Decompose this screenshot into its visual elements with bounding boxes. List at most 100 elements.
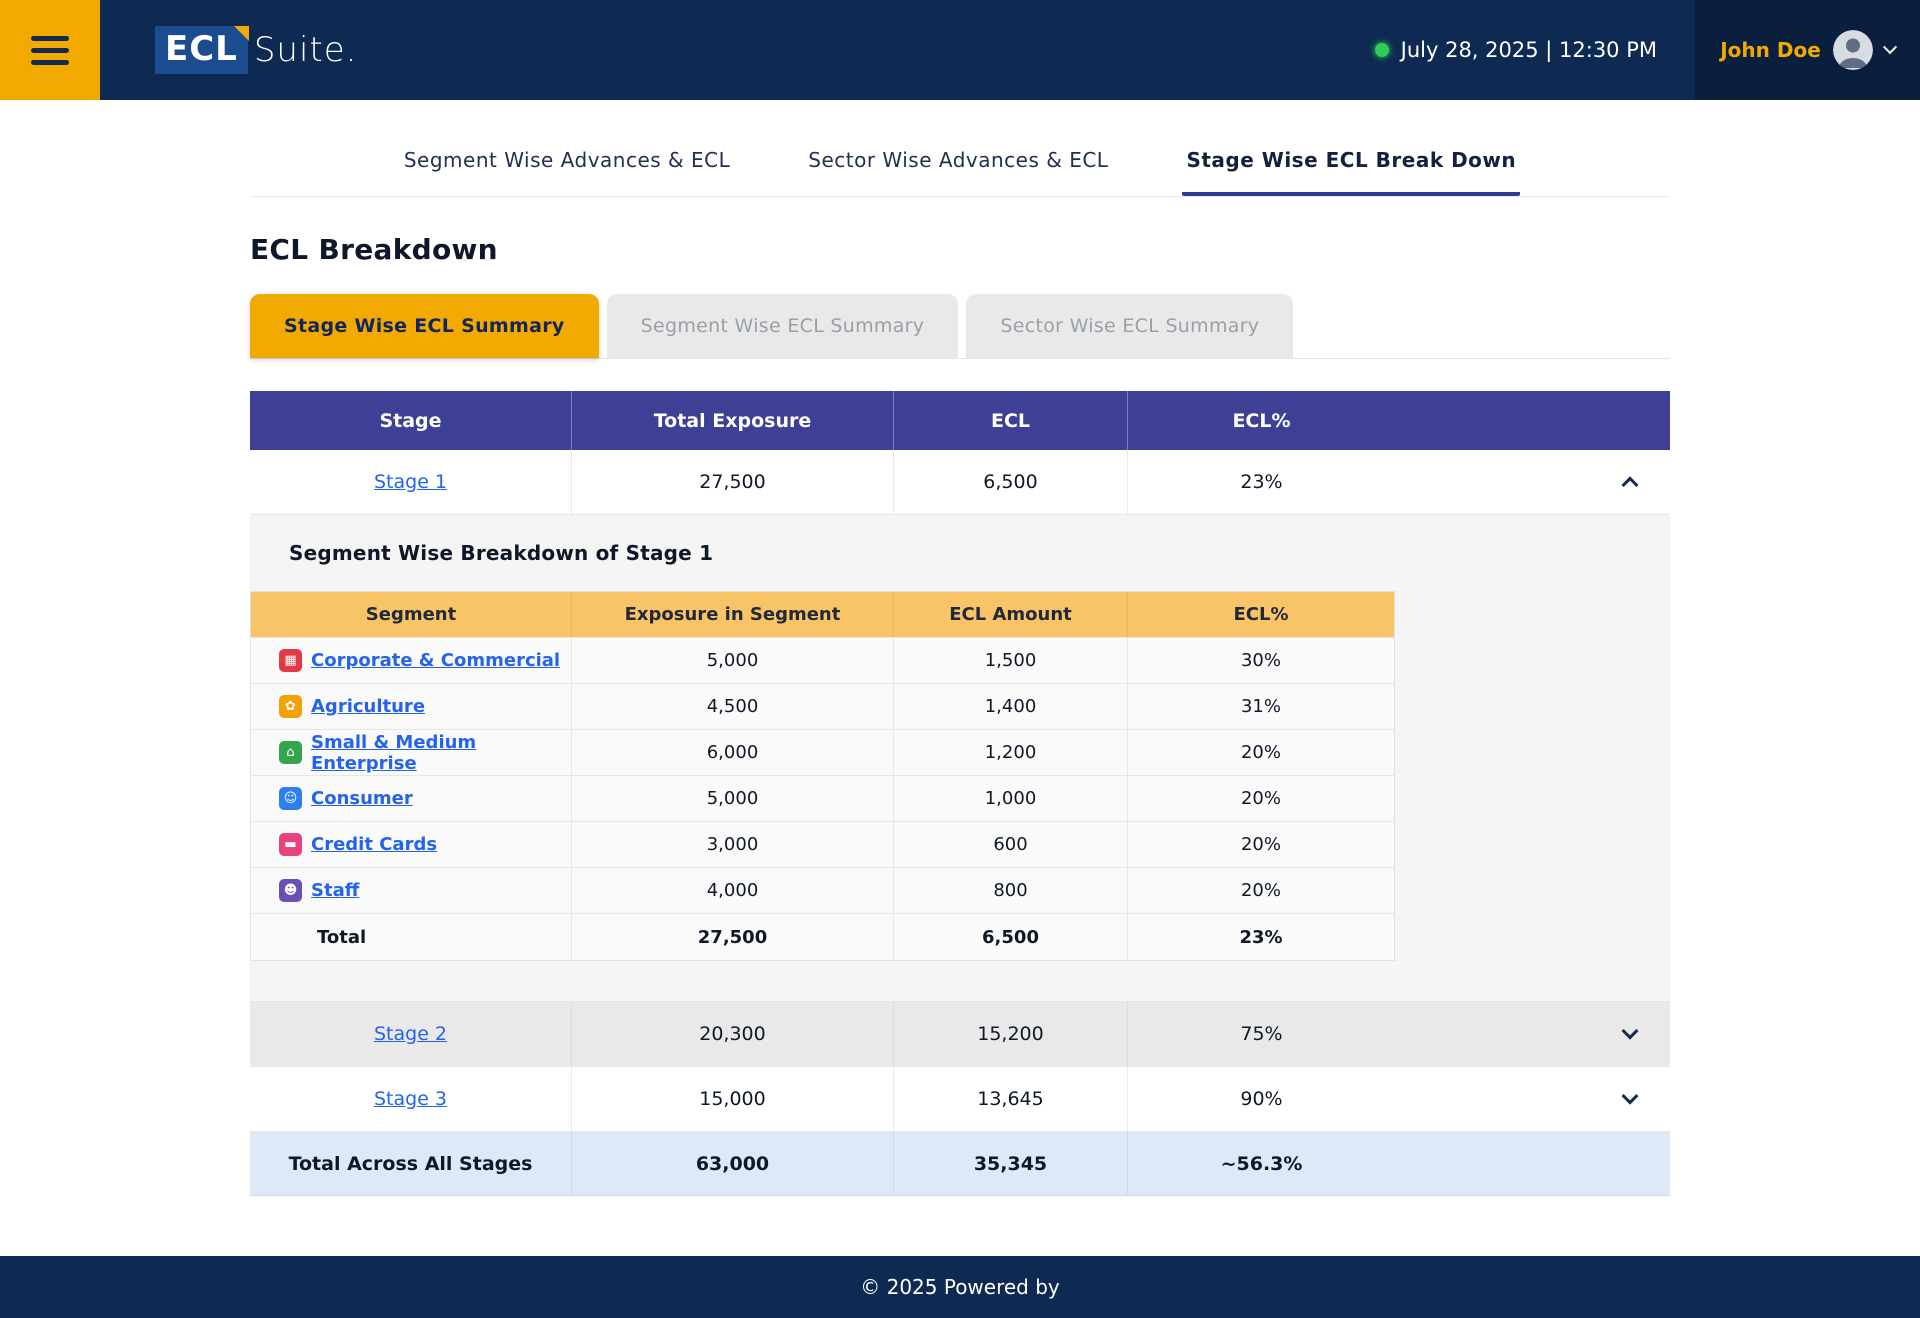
main-tab-bar: Segment Wise Advances & ECL Sector Wise … [250, 100, 1670, 197]
segment-exposure: 3,000 [572, 822, 894, 867]
segment-ecl-pct: 20% [1128, 776, 1394, 821]
tab-segment-wise-advances[interactable]: Segment Wise Advances & ECL [400, 148, 734, 196]
col-header-exposure-in-segment: Exposure in Segment [572, 592, 894, 637]
stage-2-ecl-pct: 75% [1128, 1002, 1395, 1066]
grand-total-ecl-pct: ~56.3% [1128, 1132, 1395, 1195]
segment-total-exposure: 27,500 [572, 914, 894, 960]
segment-ecl-pct: 20% [1128, 730, 1394, 775]
stage-1-exposure: 27,500 [572, 450, 894, 514]
segment-ecl: 800 [894, 868, 1128, 913]
segment-ecl-pct: 20% [1128, 822, 1394, 867]
col-header-stage: Stage [250, 391, 572, 450]
app-logo: ECL Suite. [155, 0, 357, 100]
segment-ecl: 1,500 [894, 638, 1128, 683]
stage-2-expand-chevron-down-icon[interactable] [1622, 1023, 1639, 1040]
header-spacer [357, 0, 1374, 100]
app-root: ECL Suite. July 28, 2025 | 12:30 PM John… [0, 0, 1920, 1315]
tab-stage-wise-ecl-breakdown[interactable]: Stage Wise ECL Break Down [1182, 148, 1520, 196]
segment-row-consumer: ☺ Consumer 5,000 1,000 20% [251, 775, 1394, 821]
stage-2-exposure: 20,300 [572, 1002, 894, 1066]
col-header-expand [1395, 391, 1670, 450]
plant-icon: ✿ [279, 695, 302, 718]
segment-link-corporate-commercial[interactable]: Corporate & Commercial [311, 650, 560, 671]
segment-total-label: Total [251, 914, 572, 960]
col-header-total-exposure: Total Exposure [572, 391, 894, 450]
segment-row-staff: ☻ Staff 4,000 800 20% [251, 867, 1394, 913]
datetime-display: July 28, 2025 | 12:30 PM [1375, 0, 1657, 100]
stage-3-expand-chevron-down-icon[interactable] [1622, 1088, 1639, 1105]
col-header-ecl-amount: ECL Amount [894, 592, 1128, 637]
segment-row-sme: ⌂ Small & Medium Enterprise 6,000 1,200 … [251, 729, 1394, 775]
logo-ecl-badge: ECL [155, 26, 248, 74]
stage-1-collapse-chevron-up-icon[interactable] [1622, 476, 1639, 493]
col-header-segment-ecl-pct: ECL% [1128, 592, 1394, 637]
tab-sector-wise-advances[interactable]: Sector Wise Advances & ECL [804, 148, 1112, 196]
segment-ecl: 1,000 [894, 776, 1128, 821]
segment-link-sme[interactable]: Small & Medium Enterprise [311, 732, 571, 774]
segment-link-consumer[interactable]: Consumer [311, 788, 413, 809]
segment-total-ecl: 6,500 [894, 914, 1128, 960]
stage-3-exposure: 15,000 [572, 1067, 894, 1131]
staff-icon: ☻ [279, 879, 302, 902]
segment-row-credit-cards: ▬ Credit Cards 3,000 600 20% [251, 821, 1394, 867]
logo-suite-text: Suite. [254, 30, 358, 70]
stage-3-ecl: 13,645 [894, 1067, 1128, 1131]
sub-tab-bar: Stage Wise ECL Summary Segment Wise ECL … [250, 294, 1670, 359]
segment-exposure: 6,000 [572, 730, 894, 775]
segment-exposure: 5,000 [572, 638, 894, 683]
footer-text: © 2025 Powered by [860, 1275, 1060, 1299]
grand-total-exposure: 63,000 [572, 1132, 894, 1195]
credit-card-icon: ▬ [279, 833, 302, 856]
subtab-sector-wise-summary[interactable]: Sector Wise ECL Summary [966, 294, 1293, 358]
avatar [1833, 30, 1873, 70]
breakdown-title: Segment Wise Breakdown of Stage 1 [250, 541, 1670, 565]
segment-exposure: 4,000 [572, 868, 894, 913]
subtab-segment-wise-summary[interactable]: Segment Wise ECL Summary [607, 294, 959, 358]
stage-2-link[interactable]: Stage 2 [374, 1023, 447, 1045]
table-row-stage-1: Stage 1 27,500 6,500 23% [250, 450, 1670, 515]
hamburger-menu-button[interactable] [0, 0, 100, 100]
stage-1-ecl: 6,500 [894, 450, 1128, 514]
stage-1-breakdown-panel: Segment Wise Breakdown of Stage 1 Segmen… [250, 515, 1670, 1002]
segment-total-row: Total 27,500 6,500 23% [251, 913, 1394, 960]
segment-exposure: 4,500 [572, 684, 894, 729]
grand-total-label: Total Across All Stages [250, 1132, 572, 1195]
segment-row-corporate-commercial: ▦ Corporate & Commercial 5,000 1,500 30% [251, 637, 1394, 683]
stage-1-link[interactable]: Stage 1 [374, 471, 447, 493]
stage-3-ecl-pct: 90% [1128, 1067, 1395, 1131]
consumer-icon: ☺ [279, 787, 302, 810]
col-header-segment: Segment [251, 592, 572, 637]
stage-ecl-table: Stage Total Exposure ECL ECL% Stage 1 27… [250, 391, 1670, 1196]
segment-link-staff[interactable]: Staff [311, 880, 359, 901]
building-icon: ▦ [279, 649, 302, 672]
grand-total-ecl: 35,345 [894, 1132, 1128, 1195]
segment-exposure: 5,000 [572, 776, 894, 821]
page-footer: © 2025 Powered by [0, 1256, 1920, 1318]
col-header-ecl: ECL [894, 391, 1128, 450]
segment-ecl: 1,200 [894, 730, 1128, 775]
user-menu[interactable]: John Doe [1695, 0, 1920, 100]
segment-row-agriculture: ✿ Agriculture 4,500 1,400 31% [251, 683, 1394, 729]
segment-ecl-pct: 20% [1128, 868, 1394, 913]
datetime-text: July 28, 2025 | 12:30 PM [1401, 38, 1657, 62]
segment-ecl: 600 [894, 822, 1128, 867]
segment-ecl: 1,400 [894, 684, 1128, 729]
hamburger-icon [31, 36, 69, 41]
stage-3-link[interactable]: Stage 3 [374, 1088, 447, 1110]
main-area: Segment Wise Advances & ECL Sector Wise … [0, 100, 1920, 1256]
online-status-dot [1375, 43, 1389, 57]
segment-table-header: Segment Exposure in Segment ECL Amount E… [251, 592, 1394, 637]
stage-table-header: Stage Total Exposure ECL ECL% [250, 391, 1670, 450]
segment-ecl-pct: 30% [1128, 638, 1394, 683]
segment-ecl-pct: 31% [1128, 684, 1394, 729]
stage-2-ecl: 15,200 [894, 1002, 1128, 1066]
shop-icon: ⌂ [279, 741, 302, 764]
stage-1-ecl-pct: 23% [1128, 450, 1395, 514]
segment-link-credit-cards[interactable]: Credit Cards [311, 834, 437, 855]
subtab-stage-wise-summary[interactable]: Stage Wise ECL Summary [250, 294, 599, 358]
top-header: ECL Suite. July 28, 2025 | 12:30 PM John… [0, 0, 1920, 100]
segment-total-ecl-pct: 23% [1128, 914, 1394, 960]
user-name: John Doe [1720, 38, 1821, 62]
segment-link-agriculture[interactable]: Agriculture [311, 696, 425, 717]
table-row-stage-3: Stage 3 15,000 13,645 90% [250, 1067, 1670, 1132]
